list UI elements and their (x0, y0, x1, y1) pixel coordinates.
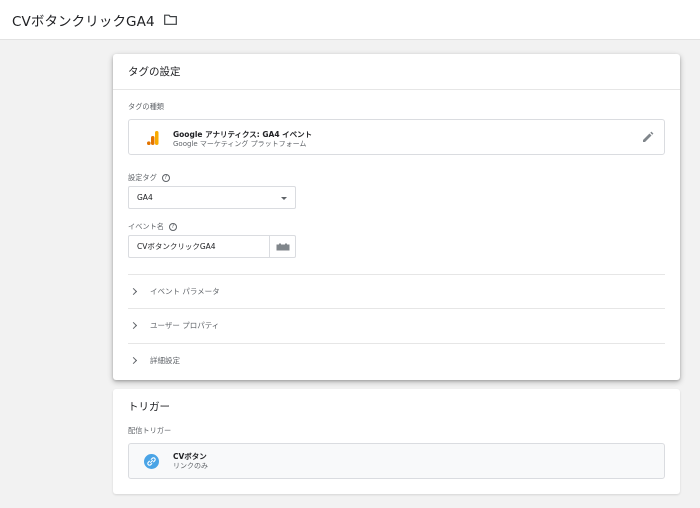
link-icon (144, 454, 159, 469)
tag-type-vendor: Google マーケティング プラットフォーム (173, 140, 307, 148)
tag-type-label: タグの種類 (128, 102, 164, 111)
dropdown-caret-icon (281, 197, 287, 200)
top-bar: CVボタンクリックGA4 (0, 0, 700, 40)
tag-type-tile[interactable]: Google アナリティクス: GA4 イベント Google マーケティング … (128, 119, 665, 155)
event-name-label: イベント名 ? (128, 222, 177, 232)
firing-triggers-label: 配信トリガー (128, 426, 172, 435)
help-icon[interactable]: ? (161, 174, 170, 182)
trigger-type: リンクのみ (173, 462, 208, 470)
trigger-title: トリガー (128, 400, 170, 413)
google-analytics-icon (147, 131, 159, 145)
config-tag-label: 設定タグ ? (128, 173, 170, 183)
section-event-parameters[interactable]: イベント パラメータ (128, 274, 665, 308)
event-name-input[interactable]: CVボタンクリックGA4 (128, 235, 296, 258)
section-label: ユーザー プロパティ (150, 321, 220, 330)
chevron-right-icon (129, 287, 138, 296)
edit-pencil-icon[interactable] (642, 131, 654, 143)
event-name-label-text: イベント名 (128, 222, 164, 231)
chevron-right-icon (129, 356, 138, 365)
section-label: 詳細設定 (150, 356, 180, 365)
tag-configuration-card: タグの設定 タグの種類 Google アナリティクス: GA4 イベント Goo… (113, 54, 680, 380)
help-icon[interactable]: ? (168, 223, 177, 231)
trigger-tile[interactable]: CVボタン リンクのみ (128, 443, 665, 479)
config-tag-value: GA4 (137, 193, 153, 202)
config-tag-label-text: 設定タグ (128, 173, 157, 182)
event-name-value: CVボタンクリックGA4 (137, 242, 216, 251)
variable-block-icon (276, 243, 289, 250)
tag-configuration-title: タグの設定 (113, 54, 680, 90)
page-title: CVボタンクリックGA4 (12, 13, 155, 30)
section-user-properties[interactable]: ユーザー プロパティ (128, 308, 665, 342)
section-advanced-settings[interactable]: 詳細設定 (128, 343, 665, 377)
trigger-card: トリガー 配信トリガー CVボタン リンクのみ (113, 389, 680, 494)
variable-picker-button[interactable] (269, 236, 295, 257)
folder-icon[interactable] (163, 14, 177, 25)
section-label: イベント パラメータ (150, 287, 220, 296)
config-tag-select[interactable]: GA4 (128, 186, 296, 209)
chevron-right-icon (129, 321, 138, 330)
